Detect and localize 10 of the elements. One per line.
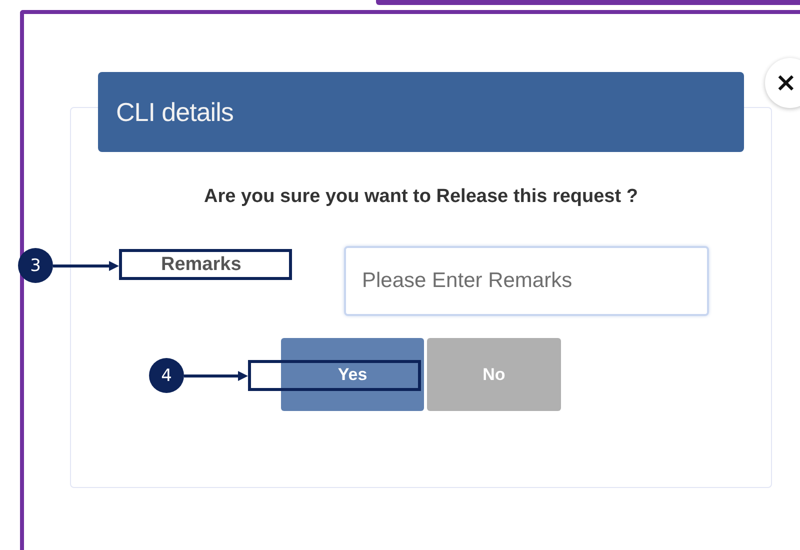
callout-badge: 3 <box>18 248 53 283</box>
callout-badge: 4 <box>149 358 184 393</box>
cancel-button[interactable]: No <box>427 338 561 411</box>
close-button[interactable]: × <box>765 58 800 108</box>
dialog-title: CLI details <box>116 96 234 128</box>
confirm-button[interactable]: Yes <box>281 338 424 411</box>
callout-arrow <box>184 370 248 382</box>
remarks-input[interactable]: Please Enter Remarks <box>344 246 709 316</box>
confirm-question: Are you sure you want to Release this request ? <box>203 186 639 208</box>
remarks-label: Remarks <box>161 254 242 276</box>
